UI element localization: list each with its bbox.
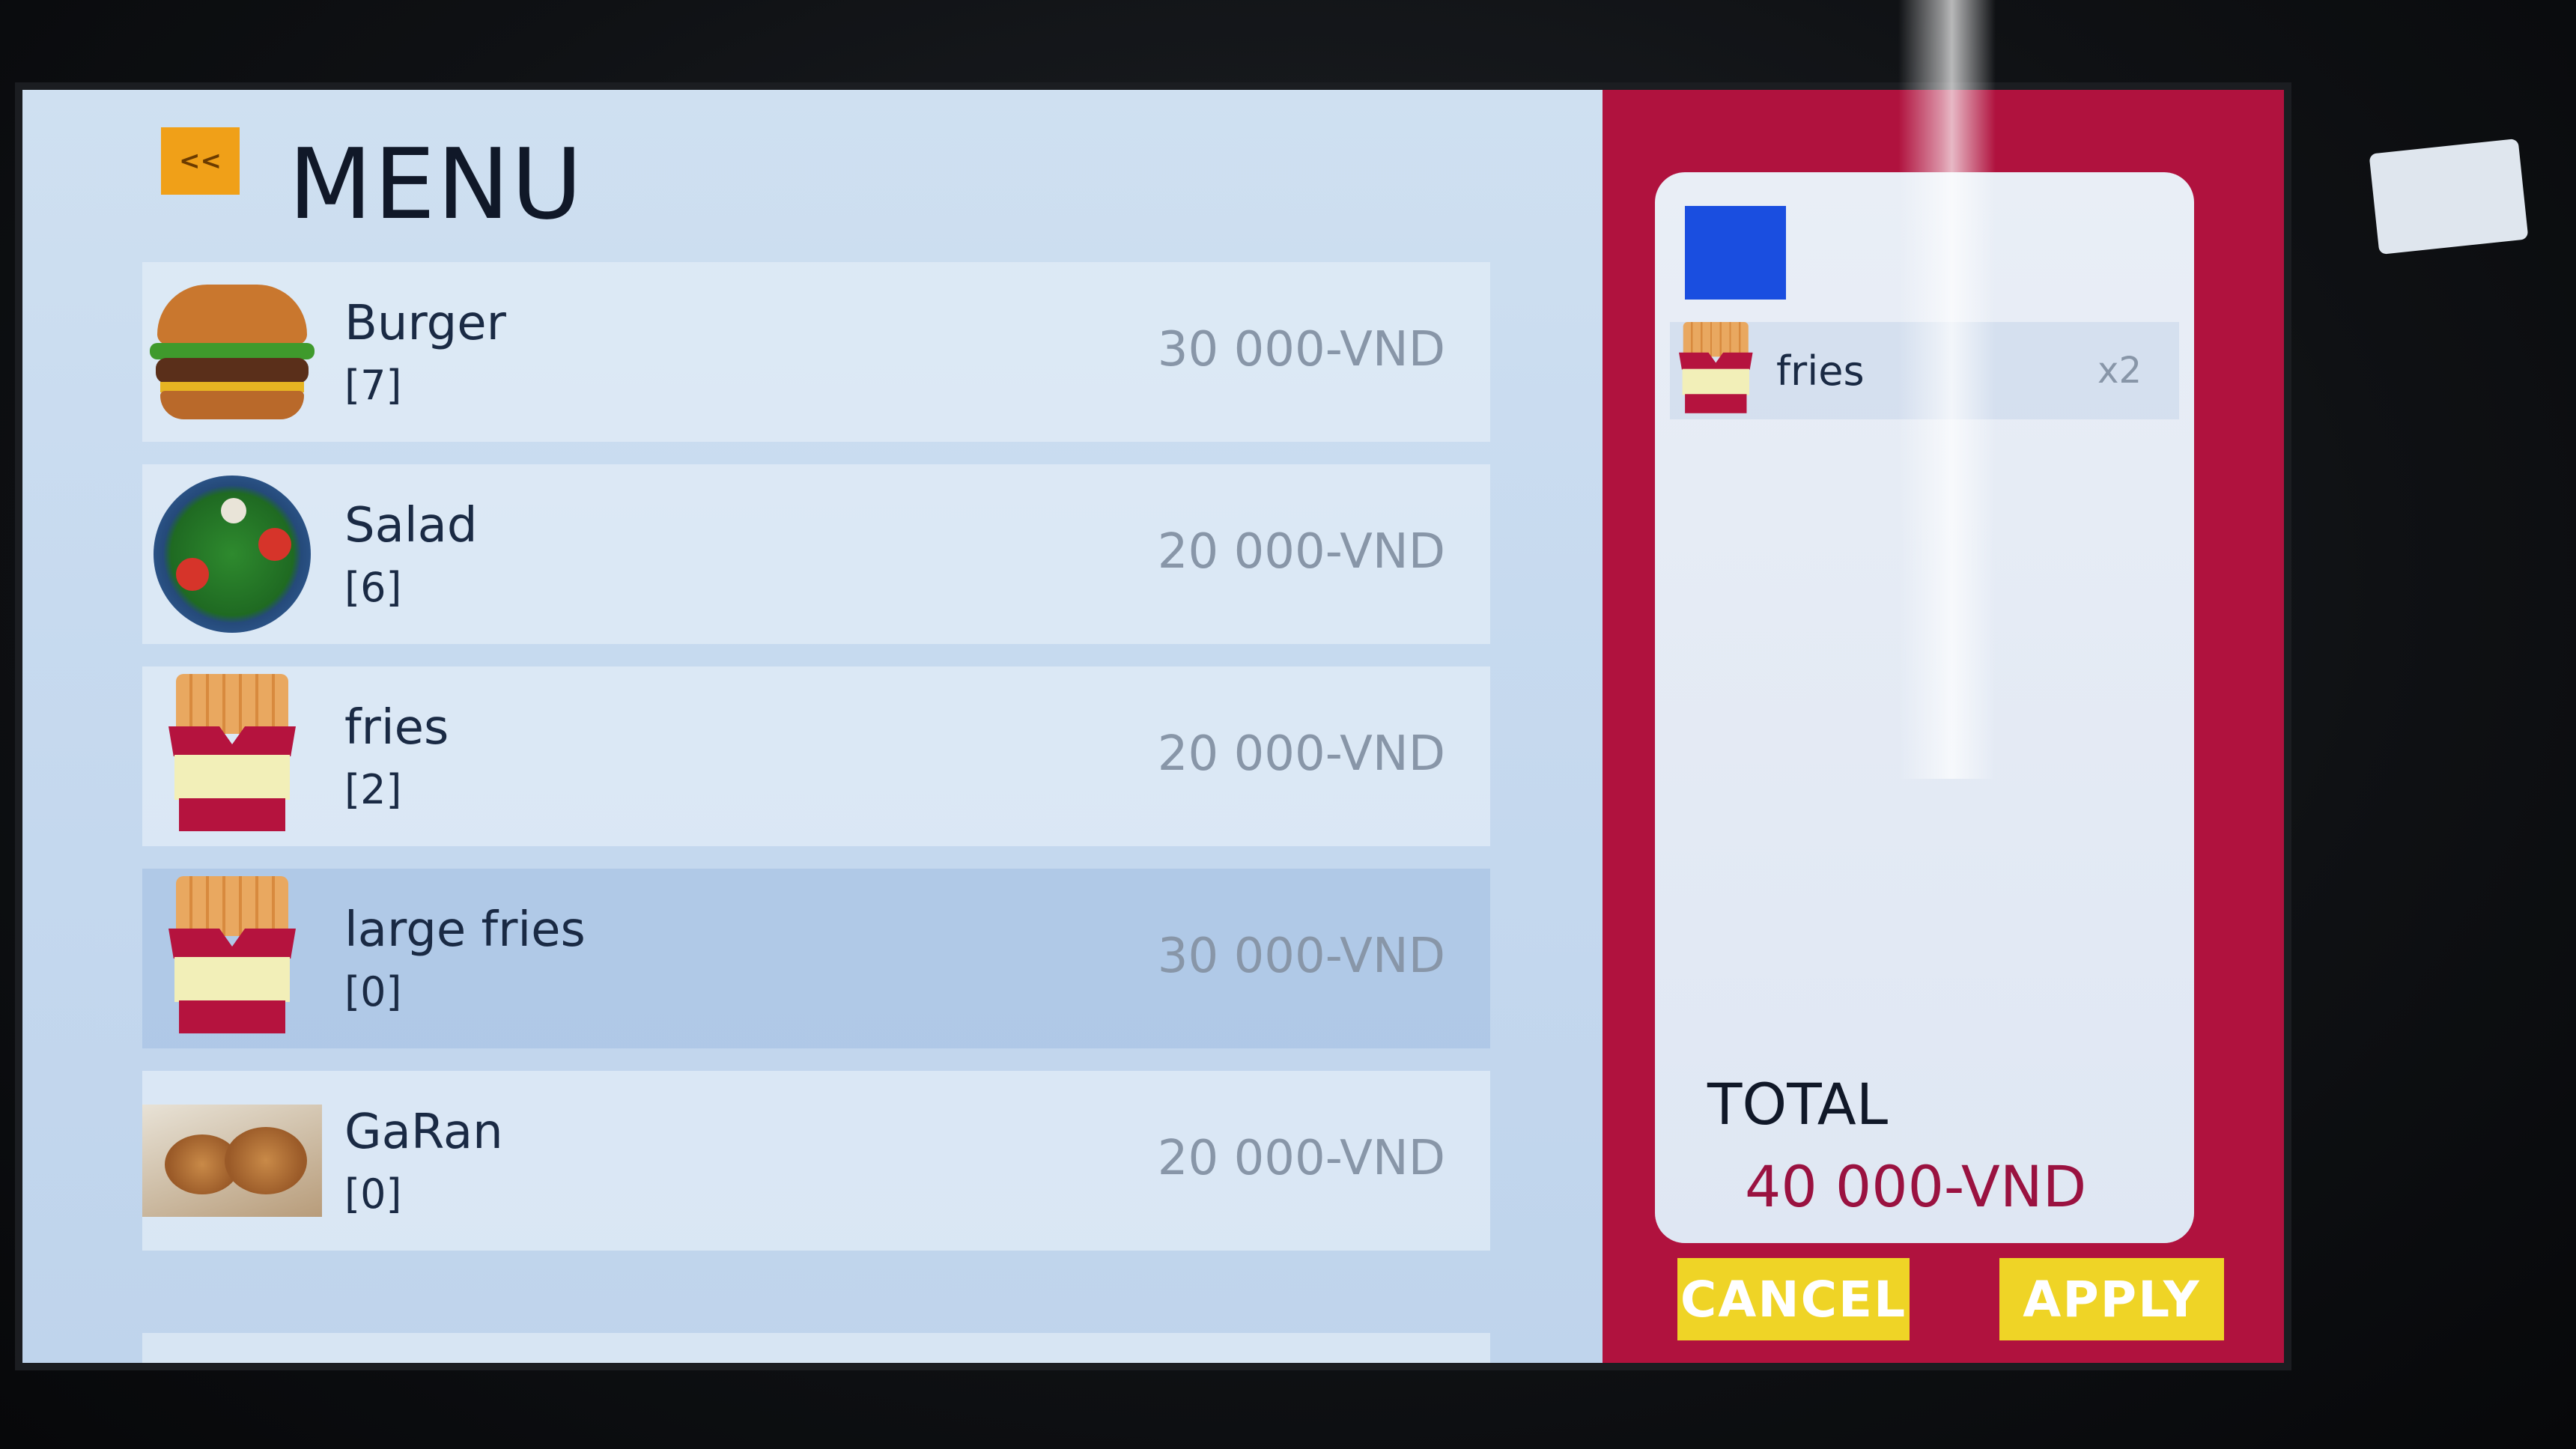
page-title: MENU — [288, 127, 584, 241]
item-price: 30 000-VND — [1157, 322, 1445, 377]
menu-item-garan[interactable]: GaRan [0] 20 000-VND — [142, 1071, 1490, 1251]
menu-item-fries[interactable]: fries [2] 20 000-VND — [142, 666, 1490, 846]
order-color-swatch — [1685, 206, 1786, 300]
large-fries-icon — [142, 869, 322, 1048]
cart-panel: fries x2 TOTAL 40 000-VND CANCEL APPLY — [1603, 90, 2284, 1363]
burger-icon — [142, 262, 322, 442]
apply-button[interactable]: APPLY — [1999, 1258, 2224, 1340]
cart-item-name: fries — [1776, 347, 1865, 395]
fries-icon — [1679, 322, 1754, 419]
menu-area: << MENU Burger [7] 30 000-VND Salad [6] … — [22, 90, 1603, 1363]
item-price: 20 000-VND — [1157, 1131, 1445, 1186]
back-button[interactable]: << — [161, 127, 240, 195]
item-price: 30 000-VND — [1157, 929, 1445, 984]
fries-icon — [142, 666, 322, 846]
cart-card: fries x2 TOTAL 40 000-VND — [1655, 172, 2194, 1243]
fried-chicken-icon — [142, 1071, 322, 1251]
total-label: TOTAL — [1707, 1071, 1889, 1137]
salad-icon — [142, 464, 322, 644]
menu-item-salad[interactable]: Salad [6] 20 000-VND — [142, 464, 1490, 644]
menu-item-partial[interactable] — [142, 1333, 1490, 1363]
cancel-button[interactable]: CANCEL — [1677, 1258, 1910, 1340]
item-price: 20 000-VND — [1157, 726, 1445, 782]
total-value: 40 000-VND — [1745, 1153, 2087, 1220]
menu-item-burger[interactable]: Burger [7] 30 000-VND — [142, 262, 1490, 442]
cart-item[interactable]: fries x2 — [1670, 322, 2179, 419]
menu-list: Burger [7] 30 000-VND Salad [6] 20 000-V… — [142, 262, 1490, 1273]
cart-item-qty: x2 — [2097, 350, 2142, 392]
kiosk-screen: << MENU Burger [7] 30 000-VND Salad [6] … — [22, 90, 2284, 1363]
item-price: 20 000-VND — [1157, 524, 1445, 580]
menu-item-large-fries[interactable]: large fries [0] 30 000-VND — [142, 869, 1490, 1048]
device-sticker — [2369, 138, 2529, 255]
